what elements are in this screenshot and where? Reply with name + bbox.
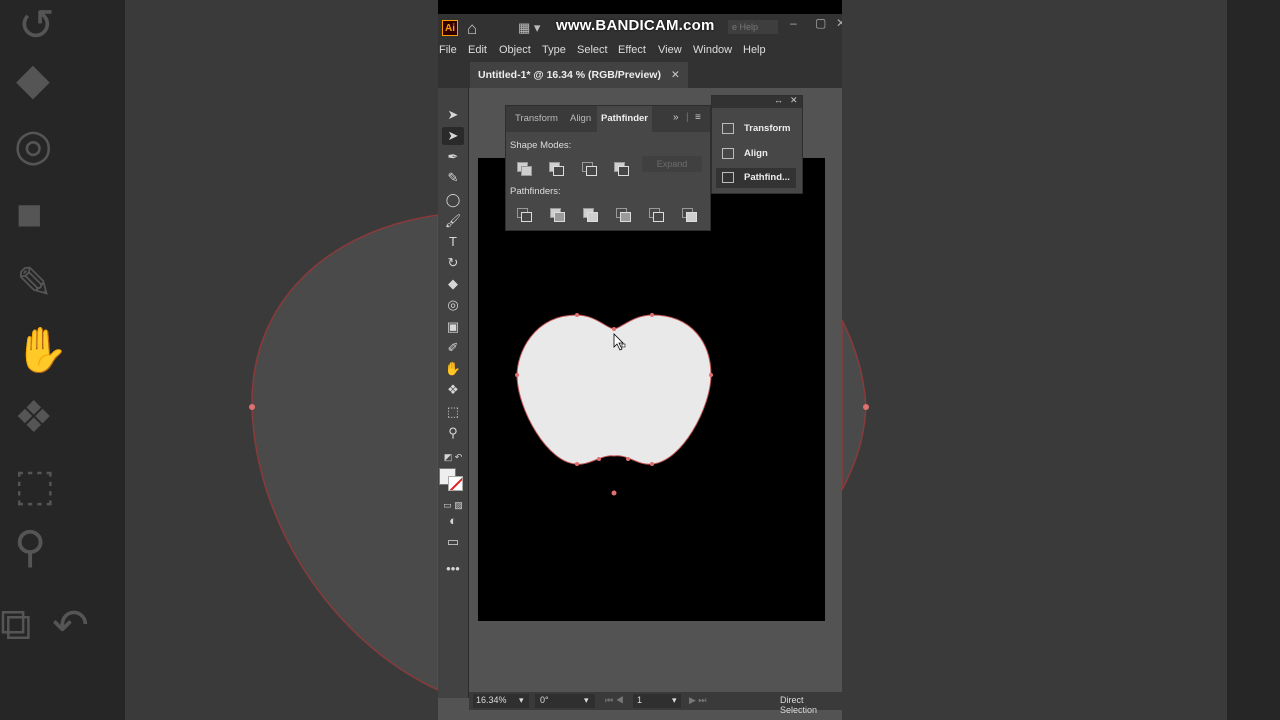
- artboard-number: 1: [637, 695, 643, 705]
- tab-transform[interactable]: Transform: [511, 106, 562, 132]
- background-shape-right: [842, 319, 869, 491]
- background-shape-builder-icon: ◎: [14, 121, 53, 170]
- rotation-value: 0°: [540, 695, 549, 705]
- background-rotate-icon: ↺: [18, 1, 55, 50]
- cursor-anchor-indicator: [621, 343, 626, 348]
- background-right: [842, 0, 1280, 720]
- dock-item-label: Transform: [744, 123, 791, 134]
- minus-back-icon[interactable]: [682, 208, 697, 222]
- background-eyedropper-icon: ✎: [16, 259, 53, 308]
- first-artboard-icon[interactable]: ⏮ ◀: [605, 695, 624, 706]
- trim-icon[interactable]: [550, 208, 565, 222]
- zoom-dropdown-icon[interactable]: ▾: [519, 695, 524, 706]
- background-zoom-icon: ⚲: [14, 523, 47, 572]
- dock-item-align[interactable]: Align: [716, 144, 796, 164]
- divide-icon[interactable]: [517, 208, 532, 222]
- background-undo-icon: ↶: [52, 601, 89, 650]
- panel-divider: |: [686, 112, 689, 123]
- panel-menu-icon[interactable]: ≡: [695, 112, 701, 123]
- crop-icon[interactable]: [616, 208, 631, 222]
- transform-icon: [722, 122, 734, 134]
- background-artboard-icon: ⬚: [14, 461, 56, 510]
- background-swap-icon: ⧉: [0, 600, 32, 649]
- tab-pathfinder[interactable]: Pathfinder: [597, 106, 652, 132]
- align-icon: [722, 147, 734, 159]
- collapsed-panel-dock: ↔ ✕ Transform Align Pathfind...: [711, 95, 803, 194]
- merge-icon[interactable]: [583, 208, 598, 222]
- expand-dock-icon[interactable]: ↔: [774, 95, 783, 105]
- background-gradient-icon: ■: [16, 190, 43, 239]
- intersect-icon[interactable]: [582, 162, 597, 176]
- background-puppet-icon: ✋: [14, 326, 69, 375]
- background-eraser-icon: ◆: [16, 55, 50, 104]
- exclude-icon[interactable]: [614, 162, 629, 176]
- zoom-value: 16.34%: [476, 695, 507, 705]
- expand-button[interactable]: Expand: [642, 156, 702, 172]
- outline-icon[interactable]: [649, 208, 664, 222]
- artboard-dropdown-icon[interactable]: ▾: [672, 695, 677, 706]
- background-left: ↺ ◆ ◎ ■ ✎ ✋ ❖ ⬚ ⚲ ⧉ ↶: [0, 0, 438, 720]
- dock-item-label: Pathfind...: [744, 172, 790, 183]
- collapse-panel-icon[interactable]: »: [673, 112, 679, 123]
- rotation-dropdown-icon[interactable]: ▾: [584, 695, 589, 706]
- current-tool-status: Direct Selection: [780, 695, 818, 715]
- shape-modes-label: Shape Modes:: [510, 140, 572, 151]
- status-bar: 16.34% ▾ 0° ▾ ⏮ ◀ 1 ▾ ▶ ⏭ Direct Selecti…: [469, 692, 842, 715]
- pathfinder-panel: Transform Align Pathfinder » | ≡ Shape M…: [505, 105, 711, 231]
- pathfinder-icon: [722, 171, 734, 183]
- pathfinders-label: Pathfinders:: [510, 186, 561, 197]
- panel-tab-strip: Transform Align Pathfinder » | ≡: [506, 106, 710, 132]
- background-symbol-icon: ❖: [14, 393, 54, 442]
- close-dock-icon[interactable]: ✕: [790, 95, 798, 106]
- dock-item-label: Align: [744, 148, 768, 159]
- dock-item-transform[interactable]: Transform: [716, 119, 796, 139]
- dock-item-pathfinder[interactable]: Pathfind...: [716, 168, 796, 188]
- illustrator-window: Ai ⌂ ▦ ▾ e Help www.BANDICAM.com – ▢ ✕ F…: [438, 14, 842, 720]
- next-artboard-icon[interactable]: ▶ ⏭: [689, 695, 707, 706]
- dock-header: ↔ ✕: [712, 95, 802, 108]
- minus-front-icon[interactable]: [549, 162, 564, 176]
- tab-align[interactable]: Align: [566, 106, 595, 132]
- unite-icon[interactable]: [517, 162, 532, 176]
